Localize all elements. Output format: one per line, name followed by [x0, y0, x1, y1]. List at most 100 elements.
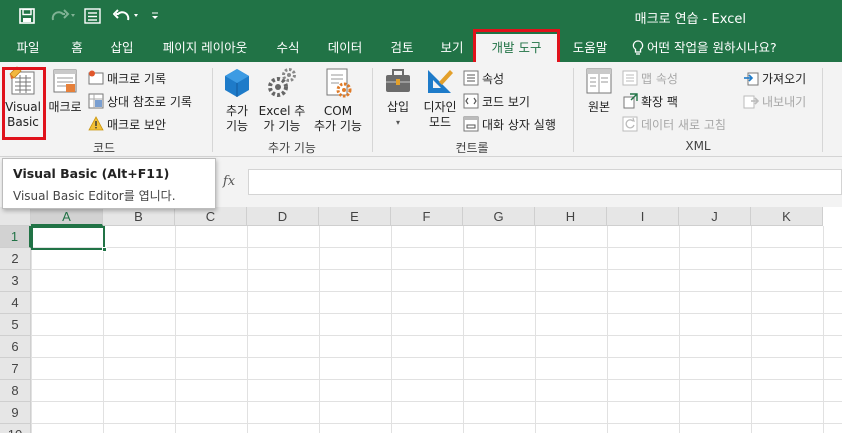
- row-header-10[interactable]: 10: [0, 424, 31, 433]
- toolbox-icon: [386, 69, 410, 92]
- expansion-packs-icon: [623, 93, 638, 109]
- worksheet-grid[interactable]: ABCDEFGHIJK 12345678910: [0, 207, 842, 433]
- view-code-button[interactable]: 코드 보기: [463, 91, 530, 111]
- group-separator: [573, 68, 574, 152]
- com-addins-button[interactable]: COM 추가 기능: [308, 66, 368, 138]
- view-code-icon: [463, 93, 479, 109]
- column-header-i[interactable]: I: [607, 207, 679, 226]
- column-header-e[interactable]: E: [319, 207, 391, 226]
- tab-formulas[interactable]: 수식: [266, 33, 310, 62]
- excel-addins-button[interactable]: Excel 추 가 기능: [256, 66, 308, 138]
- macros-label: 매크로: [48, 100, 82, 114]
- macros-icon: [53, 69, 77, 93]
- row-header-4[interactable]: 4: [0, 292, 31, 314]
- com-addins-label-2: 추가 기능: [314, 119, 362, 133]
- run-dialog-label: 대화 상자 실행: [482, 117, 556, 132]
- ribbon: Visual Basic 매크로 매크로 기록 상대 참조로 기록 매크로 보안…: [0, 62, 842, 157]
- addins-label-1: 추가: [225, 104, 249, 118]
- design-mode-button[interactable]: 디자인 모드: [420, 66, 460, 138]
- tab-home[interactable]: 홈: [60, 33, 94, 62]
- row-header-9[interactable]: 9: [0, 402, 31, 424]
- insert-function-button[interactable]: fx: [216, 169, 242, 195]
- tell-me-search[interactable]: 어떤 작업을 원하시나요?: [632, 33, 792, 62]
- export-label: 내보내기: [762, 94, 807, 109]
- column-header-g[interactable]: G: [463, 207, 535, 226]
- xml-source-button[interactable]: 원본: [580, 66, 618, 138]
- cell-area[interactable]: [31, 226, 842, 433]
- addins-button[interactable]: 추가 기능: [219, 66, 255, 138]
- macros-button[interactable]: 매크로: [45, 66, 85, 126]
- tab-insert[interactable]: 삽입: [100, 33, 144, 62]
- refresh-data-label: 데이터 새로 고침: [641, 117, 726, 132]
- tooltip-description: Visual Basic Editor를 엽니다.: [13, 189, 176, 203]
- design-mode-label-1: 디자인: [423, 100, 457, 114]
- row-header-3[interactable]: 3: [0, 270, 31, 292]
- visual-basic-button[interactable]: Visual Basic: [4, 66, 42, 136]
- row-header-8[interactable]: 8: [0, 380, 31, 402]
- column-header-b[interactable]: B: [103, 207, 175, 226]
- visual-basic-tooltip: Visual Basic (Alt+F11) Visual Basic Edit…: [2, 158, 216, 209]
- macro-security-button[interactable]: 매크로 보안: [88, 114, 166, 134]
- active-cell[interactable]: [31, 226, 105, 250]
- tab-page-layout[interactable]: 페이지 레이아웃: [152, 33, 258, 62]
- column-header-c[interactable]: C: [175, 207, 247, 226]
- export-button[interactable]: 내보내기: [743, 91, 806, 111]
- tab-help[interactable]: 도움말: [564, 33, 616, 62]
- com-addins-icon: [326, 68, 352, 98]
- row-header-5[interactable]: 5: [0, 314, 31, 336]
- group-separator: [822, 68, 823, 152]
- column-header-d[interactable]: D: [247, 207, 319, 226]
- tell-me-label: 어떤 작업을 원하시나요?: [647, 40, 777, 55]
- insert-control-button[interactable]: 삽입 ▾: [378, 66, 418, 138]
- visual-basic-label-2: Basic: [7, 115, 39, 129]
- undo-icon[interactable]: [110, 6, 146, 26]
- relative-refs-icon: [88, 93, 104, 109]
- record-macro-icon: [88, 70, 104, 85]
- import-label: 가져오기: [762, 71, 807, 86]
- column-header-j[interactable]: J: [679, 207, 751, 226]
- expansion-packs-button[interactable]: 확장 팩: [622, 91, 678, 111]
- column-header-h[interactable]: H: [535, 207, 607, 226]
- row-header-7[interactable]: 7: [0, 358, 31, 380]
- refresh-data-button[interactable]: 데이터 새로 고침: [622, 114, 726, 134]
- visual-basic-icon: [9, 66, 35, 95]
- record-macro-button[interactable]: 매크로 기록: [88, 68, 166, 88]
- customize-dropdown-icon[interactable]: [148, 6, 162, 26]
- formula-input[interactable]: [248, 169, 842, 195]
- visual-basic-label-1: Visual: [5, 100, 41, 114]
- refresh-icon: [622, 116, 638, 132]
- run-dialog-icon: [463, 116, 479, 132]
- excel-addins-label-1: Excel 추: [258, 104, 306, 118]
- run-dialog-button[interactable]: 대화 상자 실행: [463, 114, 556, 134]
- import-button[interactable]: 가져오기: [743, 68, 806, 88]
- dropdown-arrow-icon: ▾: [395, 118, 400, 127]
- column-header-f[interactable]: F: [391, 207, 463, 226]
- tab-file[interactable]: 파일: [8, 33, 48, 62]
- row-header-1[interactable]: 1: [0, 226, 31, 248]
- fill-handle[interactable]: [102, 247, 107, 252]
- form-icon[interactable]: [82, 6, 102, 26]
- xml-source-icon: [586, 68, 612, 94]
- select-all-corner[interactable]: [0, 207, 31, 226]
- column-header-k[interactable]: K: [751, 207, 823, 226]
- addins-icon: [225, 69, 249, 97]
- relative-refs-button[interactable]: 상대 참조로 기록: [88, 91, 192, 111]
- window-title: 매크로 연습 - Excel: [634, 12, 746, 27]
- column-header-a[interactable]: A: [31, 207, 103, 226]
- design-mode-label-2: 모드: [428, 115, 452, 129]
- relative-refs-label: 상대 참조로 기록: [107, 94, 192, 109]
- tab-view[interactable]: 보기: [432, 33, 472, 62]
- com-addins-label-1: COM: [323, 104, 353, 118]
- properties-button[interactable]: 속성: [463, 68, 504, 88]
- warning-icon: [88, 116, 104, 131]
- save-icon[interactable]: [16, 6, 38, 26]
- row-header-6[interactable]: 6: [0, 336, 31, 358]
- tab-data[interactable]: 데이터: [318, 33, 372, 62]
- map-properties-button[interactable]: 맵 속성: [622, 68, 678, 88]
- tab-developer[interactable]: 개발 도구: [476, 34, 557, 62]
- redo-icon[interactable]: [48, 6, 78, 26]
- lightbulb-icon: [632, 39, 644, 55]
- tab-review[interactable]: 검토: [380, 33, 424, 62]
- addins-label-2: 기능: [225, 119, 249, 133]
- row-header-2[interactable]: 2: [0, 248, 31, 270]
